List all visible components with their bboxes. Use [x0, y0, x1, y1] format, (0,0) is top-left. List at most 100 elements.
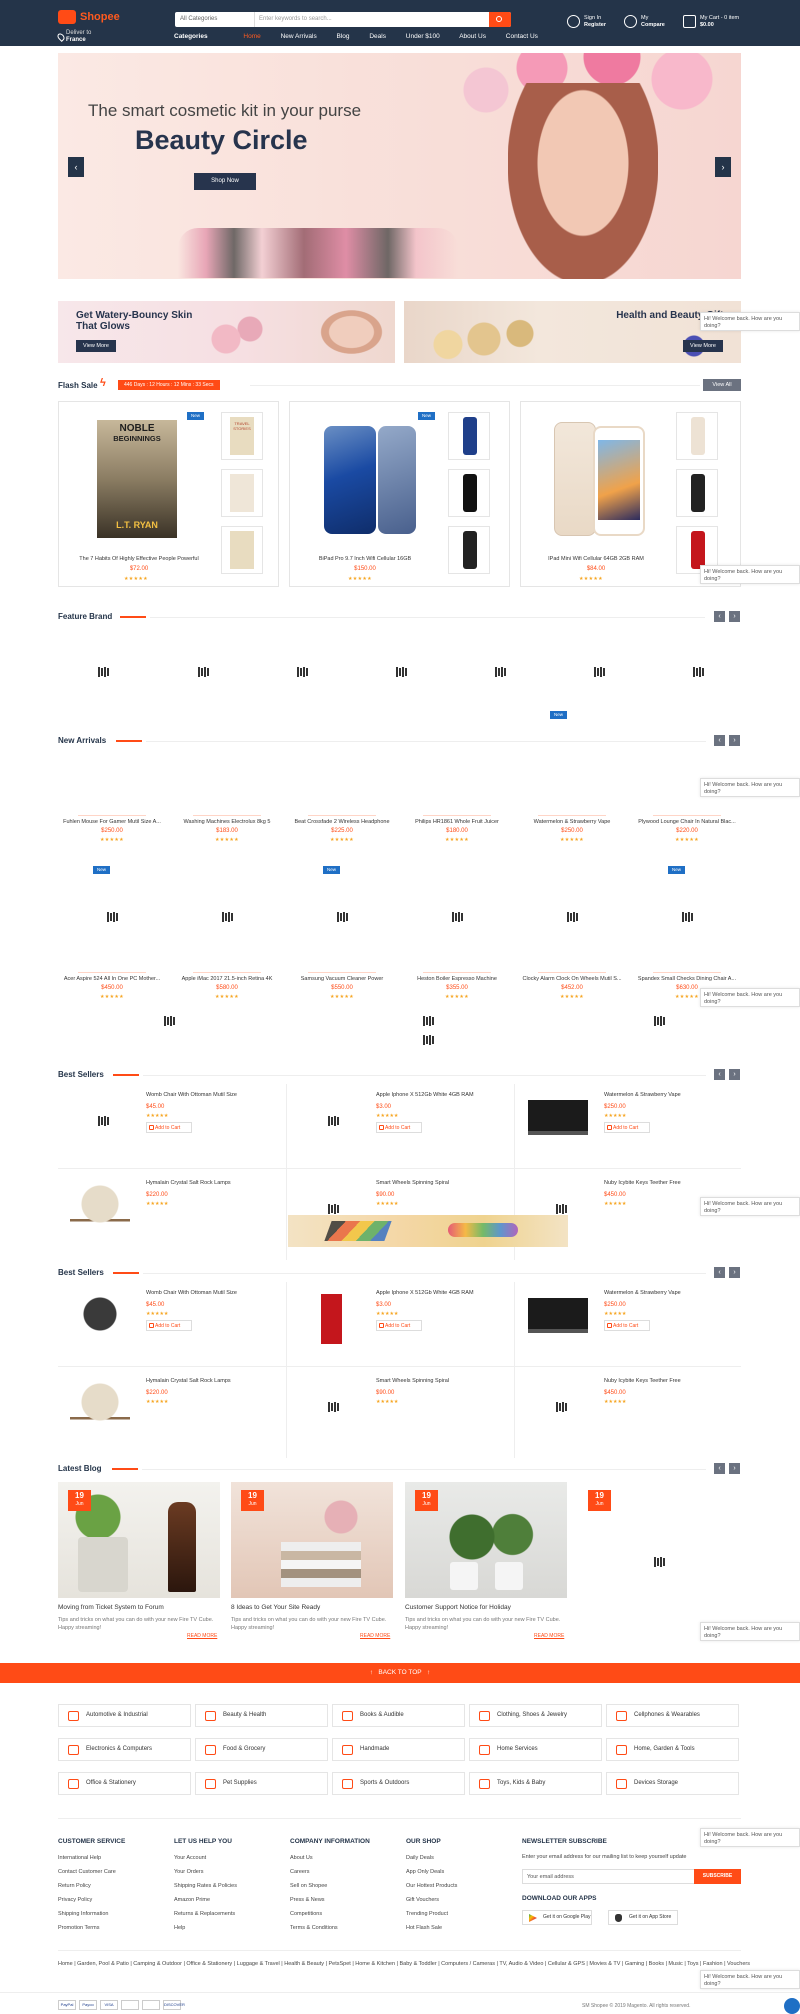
blog-post-title[interactable]: 8 Ideas to Get Your Site Ready [231, 1604, 320, 1611]
category-link[interactable]: Clothing, Shoes & Jewelry [469, 1704, 602, 1727]
site-logo[interactable]: Shopee [58, 10, 120, 24]
category-link[interactable]: Books & Audible [332, 1704, 465, 1727]
add-to-cart-button[interactable]: Add to Cart [604, 1122, 650, 1133]
flash-product-card[interactable]: IPad Mini Wifi Cellular 64GB 2GB RAM $84… [520, 401, 741, 587]
chat-popup[interactable]: Hi! Welcome back. How are you doing? [700, 778, 800, 797]
footer-link[interactable]: Gift Vouchers [406, 1897, 439, 1903]
next-arrow-icon[interactable]: › [729, 611, 740, 622]
hero-banner[interactable]: The smart cosmetic kit in your purse Bea… [58, 53, 741, 279]
blog-image[interactable]: 19 Jun [405, 1482, 567, 1598]
product-title[interactable]: Smart Wheels Spinning Spiral [376, 1378, 449, 1384]
product-title[interactable]: BiPad Pro 9.7 Inch Wifi Cellular 16GB [290, 556, 440, 562]
read-more-link[interactable]: READ MORE [360, 1633, 390, 1639]
next-arrow-icon[interactable]: › [729, 735, 740, 746]
product-image[interactable] [528, 1294, 588, 1344]
prev-arrow-icon[interactable]: ‹ [714, 1069, 725, 1080]
nav-deals[interactable]: Deals [369, 33, 386, 40]
product-title[interactable]: Washing Machines Electrolux 8kg 5 [173, 819, 281, 825]
category-link[interactable]: Food & Grocery [195, 1738, 328, 1761]
view-all-button[interactable]: View All [703, 379, 741, 391]
promo-banner-health[interactable]: Health and Beauty Gift and Pres View Mor… [404, 301, 741, 363]
nav-about[interactable]: About Us [459, 33, 486, 40]
product-image[interactable] [70, 1184, 130, 1234]
product-title[interactable]: Clocky Alarm Clock On Wheels Mutil S... [518, 976, 626, 982]
category-link[interactable]: Cellphones & Wearables [606, 1704, 739, 1727]
signin-link[interactable]: Sign In Register [567, 15, 606, 29]
footer-link[interactable]: Sell on Shopee [290, 1883, 327, 1889]
footer-link[interactable]: Privacy Policy [58, 1897, 92, 1903]
blog-image[interactable]: 19 Jun [578, 1482, 740, 1598]
product-title[interactable]: Smart Wheels Spinning Spiral [376, 1180, 449, 1186]
product-image[interactable] [70, 1294, 130, 1344]
footer-link[interactable]: Promotion Terms [58, 1925, 99, 1931]
thumb-image[interactable] [448, 526, 490, 574]
add-to-cart-button[interactable]: Add to Cart [604, 1320, 650, 1331]
category-link[interactable]: Electronics & Computers [58, 1738, 191, 1761]
footer-link[interactable]: Shipping Information [58, 1911, 108, 1917]
thumb-image[interactable] [221, 526, 263, 574]
category-link[interactable]: Office & Stationery [58, 1772, 191, 1795]
product-title[interactable]: Plywood Lounge Chair In Natural Blac... [633, 819, 741, 825]
next-arrow-icon[interactable]: › [729, 1267, 740, 1278]
product-title[interactable]: Philips HR1861 Whole Fruit Juicer [403, 819, 511, 825]
product-title[interactable]: Watermelon & Strawberry Vape [518, 819, 626, 825]
google-play-button[interactable]: Get it on Google Play [522, 1910, 592, 1925]
thumb-image[interactable] [676, 412, 718, 460]
chat-popup[interactable]: Hi! Welcome back. How are you doing? [700, 565, 800, 584]
next-arrow-icon[interactable]: › [729, 1463, 740, 1474]
category-link[interactable]: Pet Supplies [195, 1772, 328, 1795]
footer-link[interactable]: Return Policy [58, 1883, 91, 1889]
nav-categories[interactable]: Categories [174, 33, 208, 40]
messenger-chat-icon[interactable] [784, 1998, 800, 2014]
chat-popup[interactable]: Hi! Welcome back. How are you doing? [700, 1197, 800, 1216]
category-link[interactable]: Beauty & Health [195, 1704, 328, 1727]
nav-blog[interactable]: Blog [337, 33, 350, 40]
product-image[interactable] [528, 1096, 588, 1146]
blog-image[interactable]: 19 Jun [231, 1482, 393, 1598]
search-input[interactable]: Enter keywords to search... [259, 16, 332, 22]
footer-link[interactable]: Our Hottest Products [406, 1883, 457, 1889]
nav-contact[interactable]: Contact Us [506, 33, 538, 40]
blog-image[interactable]: 19 Jun [58, 1482, 220, 1598]
banner-prev-arrow-icon[interactable]: ‹ [68, 157, 84, 177]
product-title[interactable]: Apple Iphone X 512Gb White 4GB RAM [376, 1290, 474, 1296]
footer-link[interactable]: Careers [290, 1869, 310, 1875]
product-title[interactable]: Acer Aspire 524 All In One PC Mother... [58, 976, 166, 982]
add-to-cart-button[interactable]: Add to Cart [376, 1122, 422, 1133]
thumb-image[interactable] [221, 469, 263, 517]
category-link[interactable]: Handmade [332, 1738, 465, 1761]
thumb-image[interactable] [448, 469, 490, 517]
footer-link[interactable]: Returns & Replacements [174, 1911, 235, 1917]
footer-link[interactable]: Hot Flash Sale [406, 1925, 442, 1931]
search-category-select[interactable]: All Categories [175, 12, 255, 27]
back-to-top-button[interactable]: ↑ BACK TO TOP ↑ [0, 1663, 800, 1683]
category-link[interactable]: Home Services [469, 1738, 602, 1761]
product-title[interactable]: Apple Iphone X 512Gb White 4GB RAM [376, 1092, 474, 1098]
next-arrow-icon[interactable]: › [729, 1069, 740, 1080]
blog-post-title[interactable]: Customer Support Notice for Holiday [405, 1604, 511, 1611]
add-to-cart-button[interactable]: Add to Cart [146, 1320, 192, 1331]
product-title[interactable]: Hymalain Crystal Salt Rock Lamps [146, 1378, 231, 1384]
chat-popup[interactable]: Hi! Welcome back. How are you doing? [700, 988, 800, 1007]
prev-arrow-icon[interactable]: ‹ [714, 735, 725, 746]
product-title[interactable]: Watermelon & Strawberry Vape [604, 1092, 681, 1098]
footer-link[interactable]: Contact Customer Care [58, 1869, 116, 1875]
deliver-to[interactable]: Deliver to France [66, 30, 91, 44]
footer-link[interactable]: Daily Deals [406, 1855, 434, 1861]
footer-link[interactable]: Terms & Conditions [290, 1925, 338, 1931]
thumb-image[interactable]: TRAVEL STORIES [221, 412, 263, 460]
product-image[interactable] [70, 1382, 130, 1432]
nav-new-arrivals[interactable]: New Arrivals [281, 33, 317, 40]
cart-link[interactable]: My Cart - 0 item $0.00 [683, 15, 739, 29]
footer-tag-links[interactable]: Home | Garden, Pool & Patio | Camping & … [58, 1960, 758, 1969]
nav-home[interactable]: Home [243, 33, 260, 40]
prev-arrow-icon[interactable]: ‹ [714, 1267, 725, 1278]
read-more-link[interactable]: READ MORE [534, 1633, 564, 1639]
newsletter-email-input[interactable]: Your email address [522, 1869, 696, 1884]
promo-view-more-button[interactable]: View More [683, 340, 723, 352]
footer-link[interactable]: Amazon Prime [174, 1897, 210, 1903]
promo-view-more-button[interactable]: View More [76, 340, 116, 352]
prev-arrow-icon[interactable]: ‹ [714, 611, 725, 622]
footer-link[interactable]: Your Orders [174, 1869, 203, 1875]
footer-link[interactable]: Press & News [290, 1897, 325, 1903]
